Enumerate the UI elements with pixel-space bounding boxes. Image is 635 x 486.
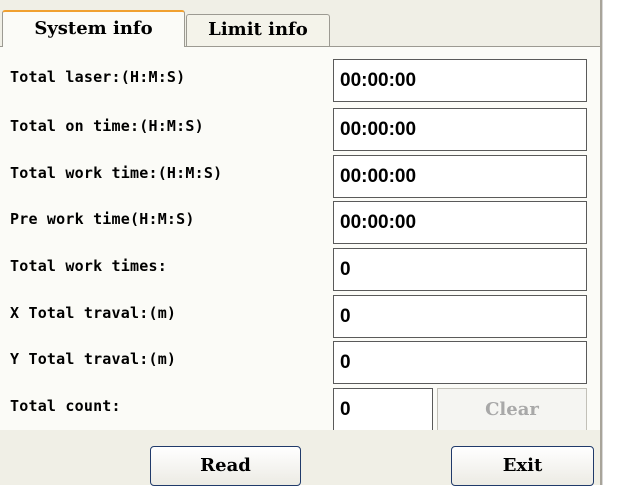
total-laser-field[interactable]: 00:00:00 [333,59,587,102]
row-total-work-times: Total work times: 0 [0,248,600,291]
background-strip [602,0,635,485]
y-total-traval-label: Y Total traval:(m) [10,350,177,368]
x-total-traval-field[interactable]: 0 [333,295,587,338]
row-pre-work-time: Pre work time(H:M:S) 00:00:00 [0,201,600,244]
total-work-times-label: Total work times: [10,257,167,275]
row-total-work-time: Total work time:(H:M:S) 00:00:00 [0,155,600,198]
system-info-panel: Total laser:(H:M:S) 00:00:00 Total on ti… [0,46,600,431]
total-count-field[interactable]: 0 [333,388,433,431]
row-x-total-traval: X Total traval:(m) 0 [0,295,600,338]
clear-button[interactable]: Clear [437,388,587,431]
tab-limit-info[interactable]: Limit info [186,14,330,46]
pre-work-time-field[interactable]: 00:00:00 [333,201,587,244]
total-work-time-field[interactable]: 00:00:00 [333,155,587,198]
total-work-times-field[interactable]: 0 [333,248,587,291]
row-y-total-traval: Y Total traval:(m) 0 [0,341,600,384]
total-on-time-label: Total on time:(H:M:S) [10,117,204,135]
footer-bar: Read Exit [0,430,600,486]
row-total-on-time: Total on time:(H:M:S) 00:00:00 [0,108,600,151]
row-total-count: Total count: 0 Clear [0,388,600,431]
tab-bar: System info Limit info [0,0,602,47]
total-on-time-field[interactable]: 00:00:00 [333,108,587,151]
total-work-time-label: Total work time:(H:M:S) [10,164,223,182]
read-button[interactable]: Read [150,446,301,486]
tab-system-info[interactable]: System info [2,10,185,47]
total-count-label: Total count: [10,397,121,415]
pre-work-time-label: Pre work time(H:M:S) [10,210,195,228]
exit-button[interactable]: Exit [451,446,594,486]
x-total-traval-label: X Total traval:(m) [10,304,177,322]
system-info-window: System info Limit info Total laser:(H:M:… [0,0,602,486]
total-laser-label: Total laser:(H:M:S) [10,68,186,86]
row-total-laser: Total laser:(H:M:S) 00:00:00 [0,59,600,102]
y-total-traval-field[interactable]: 0 [333,341,587,384]
